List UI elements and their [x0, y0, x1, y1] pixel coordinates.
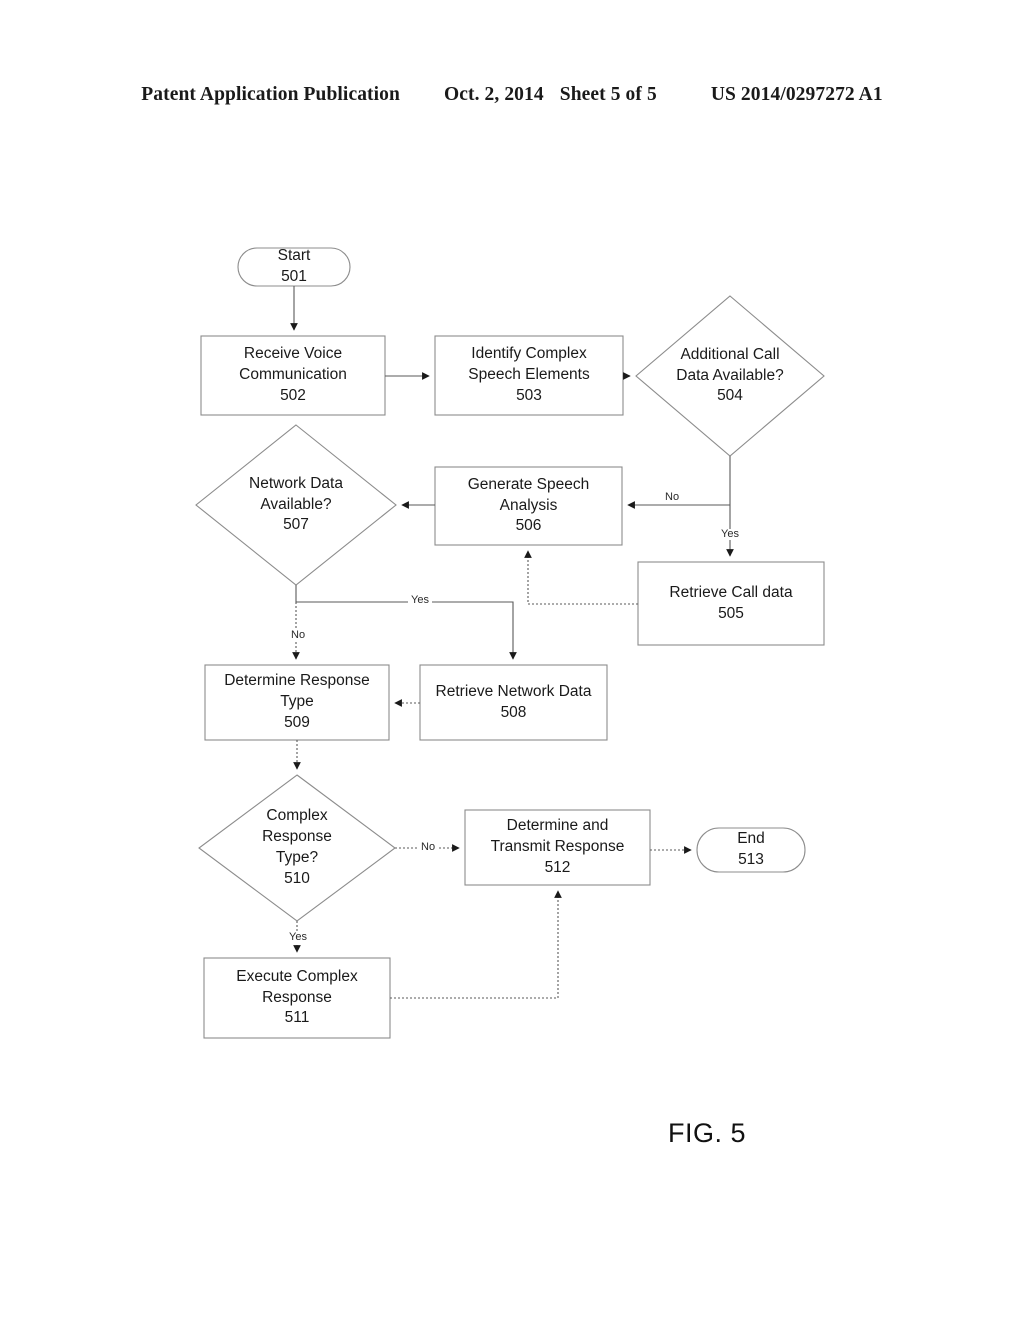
- node-shape-509: [204, 664, 390, 741]
- node-shape-503: [434, 335, 624, 416]
- node-shape-504: [635, 295, 825, 457]
- flowchart-figure: Start 501 Receive Voice Communication 50…: [0, 0, 1024, 1320]
- connector-507-508: [295, 585, 517, 660]
- connector-511-512: [390, 890, 562, 999]
- node-shape-502: [200, 335, 386, 416]
- node-shape-512: [464, 809, 651, 886]
- node-shape-505: [637, 561, 825, 646]
- node-shape-508: [419, 664, 608, 741]
- node-shape-510: [198, 774, 396, 922]
- node-shape-513: [696, 827, 806, 873]
- node-shape-506: [434, 466, 623, 546]
- node-shape-511: [203, 957, 391, 1039]
- connector-505-506: [524, 550, 638, 605]
- node-shape-501: [237, 247, 351, 287]
- flowchart-canvas: [195, 247, 825, 1039]
- node-shape-507: [195, 424, 397, 586]
- figure-caption: FIG. 5: [668, 1118, 747, 1148]
